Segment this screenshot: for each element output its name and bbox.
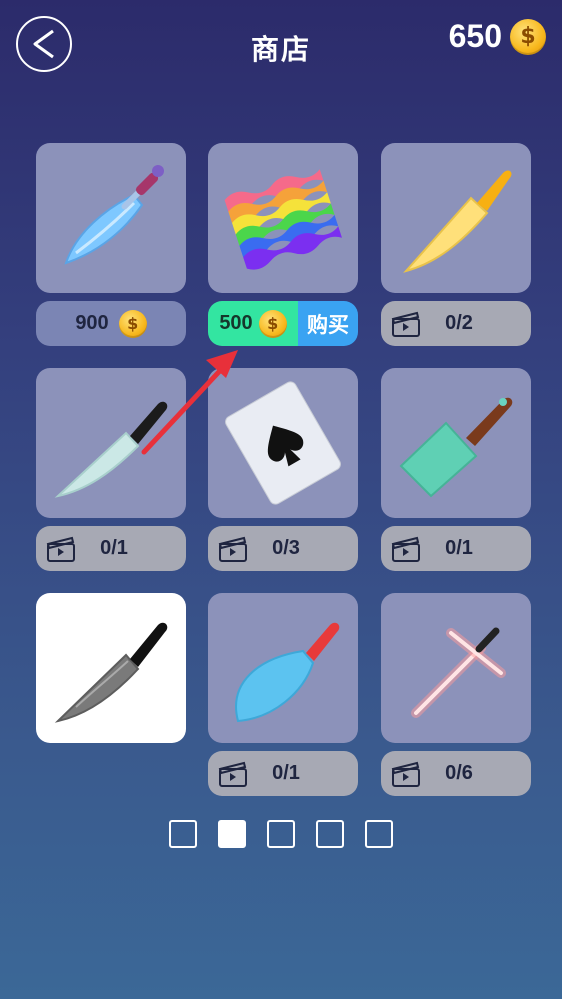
item-card[interactable]: [381, 143, 531, 293]
damascus-knife-icon: [54, 622, 168, 723]
video-unlock-pill[interactable]: 0/6: [381, 751, 531, 796]
coin-amount: 650: [448, 18, 502, 54]
shop-item[interactable]: [36, 593, 186, 743]
video-progress: 0/1: [445, 537, 473, 559]
buy-price: 500 $: [208, 301, 298, 346]
item-card[interactable]: [36, 368, 186, 518]
clapperboard-icon: [218, 761, 247, 787]
clapperboard-icon: [391, 311, 420, 337]
coin-icon: $: [258, 309, 287, 338]
video-progress: 0/3: [272, 537, 300, 559]
shop-item[interactable]: 500 $ 购买: [208, 143, 358, 346]
scale-blade-icon: [235, 622, 340, 723]
video-progress: 0/6: [445, 762, 473, 784]
shop-item[interactable]: 0/2: [381, 143, 531, 346]
item-card[interactable]: [381, 368, 531, 518]
clapperboard-icon: [391, 761, 420, 787]
item-card[interactable]: [36, 143, 186, 293]
video-unlock-pill[interactable]: 0/3: [208, 526, 358, 571]
clapperboard-icon: [391, 536, 420, 562]
page-dot-1[interactable]: [169, 820, 197, 848]
page-indicator: [0, 820, 562, 848]
video-progress: 0/2: [445, 312, 473, 334]
item-card[interactable]: [381, 593, 531, 743]
item-card-selected[interactable]: [36, 593, 186, 743]
price-pill[interactable]: 900 $: [36, 301, 186, 346]
item-card[interactable]: [208, 143, 358, 293]
blue-dagger-icon: [64, 165, 164, 265]
shop-item[interactable]: 0/1: [381, 368, 531, 571]
price-value: 900: [75, 312, 109, 334]
video-unlock-pill[interactable]: 0/2: [381, 301, 531, 346]
shop-item[interactable]: 900 $: [36, 143, 186, 346]
video-unlock-pill[interactable]: 0/1: [208, 751, 358, 796]
teal-cleaver-icon: [399, 397, 513, 498]
buy-label: 购买: [298, 301, 358, 346]
item-card[interactable]: [208, 593, 358, 743]
video-progress: 0/1: [272, 762, 300, 784]
coin-balance: 650 $: [449, 18, 546, 55]
coin-icon: $: [118, 309, 147, 338]
rainbow-flag-icon: [224, 169, 342, 270]
buy-button[interactable]: 500 $ 购买: [208, 301, 358, 346]
clapperboard-icon: [218, 536, 247, 562]
red-lightsaber-icon: [411, 627, 506, 718]
page-dot-5[interactable]: [365, 820, 393, 848]
video-unlock-pill[interactable]: 0/1: [381, 526, 531, 571]
shop-item[interactable]: 0/6: [381, 593, 531, 796]
kitchen-knife-icon: [54, 401, 168, 498]
spade-card-icon: [225, 381, 341, 505]
clapperboard-icon: [46, 536, 75, 562]
shop-item[interactable]: 0/1: [208, 593, 358, 796]
page-dot-3[interactable]: [267, 820, 295, 848]
coin-icon: $: [510, 18, 546, 55]
price-value: 500: [219, 312, 253, 334]
page-dot-2[interactable]: [218, 820, 246, 848]
page-dot-4[interactable]: [316, 820, 344, 848]
yellow-knife-icon: [403, 170, 512, 273]
shop-item[interactable]: 0/1: [36, 368, 186, 571]
item-card[interactable]: [208, 368, 358, 518]
video-progress: 0/1: [100, 537, 128, 559]
video-unlock-pill[interactable]: 0/1: [36, 526, 186, 571]
shop-item[interactable]: 0/3: [208, 368, 358, 571]
